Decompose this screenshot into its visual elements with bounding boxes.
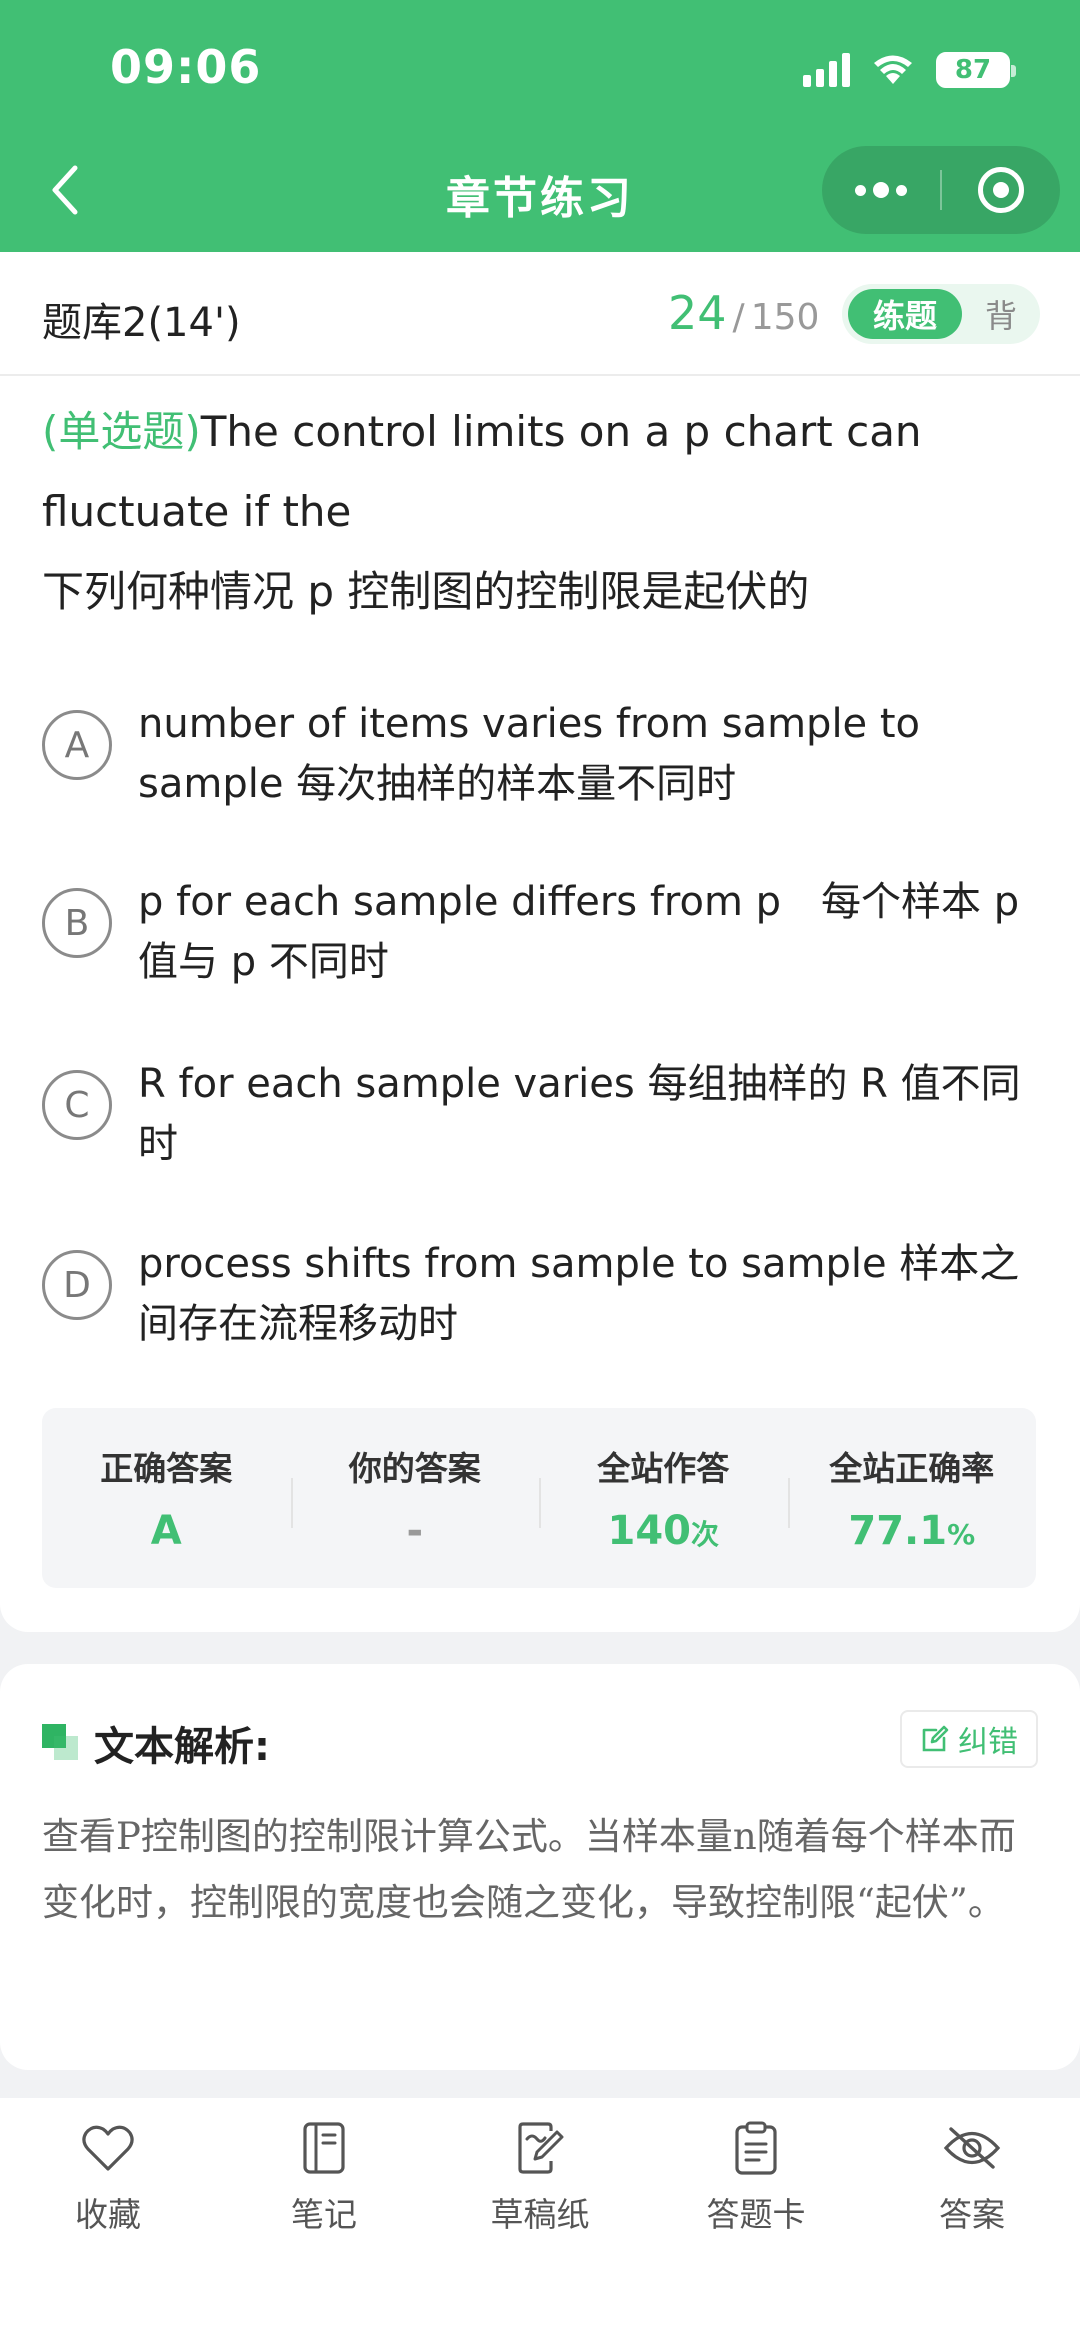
tab-answer[interactable]: 答案 bbox=[864, 2118, 1080, 2258]
stat-your-answer: 你的答案 - bbox=[290, 1408, 540, 1588]
stat-number: 77.1 bbox=[848, 1508, 948, 1554]
progress-separator: / bbox=[732, 297, 745, 338]
tab-draft-paper[interactable]: 草稿纸 bbox=[432, 2118, 648, 2258]
tab-answer-sheet[interactable]: 答题卡 bbox=[648, 2118, 864, 2258]
status-indicators: 87 bbox=[803, 50, 1016, 90]
stat-value: A bbox=[150, 1508, 182, 1554]
mode-toggle[interactable]: 练题 背 bbox=[842, 284, 1040, 344]
tab-notes[interactable]: 笔记 bbox=[216, 2118, 432, 2258]
mini-program-capsule bbox=[822, 146, 1060, 234]
more-dot bbox=[855, 184, 866, 196]
stat-correct-rate: 全站正确率 77.1% bbox=[787, 1408, 1037, 1588]
tab-label: 答题卡 bbox=[706, 2195, 806, 2234]
heart-icon bbox=[78, 2118, 138, 2178]
question-progress[interactable]: 24 / 150 bbox=[668, 286, 819, 340]
tab-favorite[interactable]: 收藏 bbox=[0, 2118, 216, 2258]
question-type-label: (单选题) bbox=[42, 407, 201, 456]
close-miniprogram-button[interactable] bbox=[942, 146, 1060, 234]
stat-unit: 次 bbox=[690, 1518, 719, 1551]
option-d-letter: D bbox=[42, 1250, 112, 1320]
option-a[interactable]: A number of items varies from sample to … bbox=[42, 694, 1038, 814]
progress-current: 24 bbox=[668, 286, 727, 340]
stat-unit: % bbox=[947, 1518, 976, 1551]
more-dot bbox=[896, 184, 907, 196]
battery-icon: 87 bbox=[936, 52, 1016, 88]
edit-icon bbox=[922, 1725, 949, 1752]
analysis-header: 文本解析: bbox=[42, 1714, 270, 1772]
stat-correct-answer: 正确答案 A bbox=[42, 1408, 291, 1588]
status-time: 09:06 bbox=[110, 40, 262, 94]
option-b-letter: B bbox=[42, 888, 112, 958]
stat-value: 140次 bbox=[607, 1508, 719, 1554]
wifi-icon bbox=[874, 55, 912, 84]
header: 09:06 87 章节练习 bbox=[0, 0, 1080, 252]
option-b-text: p for each sample differs from p 每个样本 p … bbox=[138, 879, 1020, 985]
stat-value: 77.1% bbox=[848, 1508, 975, 1554]
option-c-text: R for each sample varies 每组抽样的 R 值不同时 bbox=[138, 1061, 1021, 1167]
option-d[interactable]: D process shifts from sample to sample 样… bbox=[42, 1234, 1038, 1354]
stat-label: 你的答案 bbox=[348, 1449, 481, 1488]
signal-icon bbox=[803, 53, 850, 87]
analysis-card: 文本解析: 纠错 查看P控制图的控制限计算公式。当样本量n随着每个样本而变化时，… bbox=[0, 1664, 1080, 2070]
option-b[interactable]: B p for each sample differs from p 每个样本 … bbox=[42, 872, 1038, 992]
draft-paper-icon bbox=[510, 2118, 570, 2178]
tab-label: 笔记 bbox=[291, 2195, 357, 2234]
more-button[interactable] bbox=[822, 146, 940, 234]
tab-label: 答案 bbox=[939, 2195, 1005, 2234]
eye-off-icon bbox=[942, 2118, 1002, 2178]
option-c-letter: C bbox=[42, 1070, 112, 1140]
analysis-text: 查看P控制图的控制限计算公式。当样本量n随着每个样本而变化时，控制限的宽度也会随… bbox=[42, 1815, 1016, 1924]
more-dot bbox=[873, 182, 889, 198]
question-card: 题库2(14') 24 / 150 练题 背 (单选题)The control … bbox=[0, 252, 1080, 1632]
report-error-label: 纠错 bbox=[958, 1725, 1018, 1760]
mode-practice-tab[interactable]: 练题 bbox=[848, 289, 962, 339]
section-mark-icon bbox=[42, 1724, 80, 1762]
stat-label: 正确答案 bbox=[100, 1449, 233, 1488]
report-error-button[interactable]: 纠错 bbox=[900, 1710, 1038, 1768]
question-bank-title: 题库2(14') bbox=[42, 300, 241, 346]
question-subhead: 题库2(14') 24 / 150 练题 背 bbox=[0, 252, 1080, 376]
answer-sheet-icon bbox=[726, 2118, 786, 2178]
analysis-title: 文本解析: bbox=[94, 1724, 270, 1770]
mode-memorize-tab[interactable]: 背 bbox=[962, 291, 1040, 337]
target-icon bbox=[978, 167, 1024, 213]
option-a-text: number of items varies from sample to sa… bbox=[138, 701, 921, 807]
bottom-toolbar: 收藏 笔记 草稿纸 答题卡 答案 bbox=[0, 2098, 1080, 2337]
tab-label: 草稿纸 bbox=[490, 2195, 590, 2234]
question-text-zh: 下列何种情况 p 控制图的控制限是起伏的 bbox=[42, 567, 810, 616]
tab-label: 收藏 bbox=[75, 2195, 141, 2234]
stat-value: - bbox=[406, 1508, 424, 1554]
stat-total-answers: 全站作答 140次 bbox=[539, 1408, 788, 1588]
stat-number: 140 bbox=[607, 1508, 691, 1554]
stat-label: 全站作答 bbox=[597, 1449, 730, 1488]
question-stem: (单选题)The control limits on a p chart can… bbox=[42, 392, 1038, 632]
stat-label: 全站正确率 bbox=[829, 1449, 995, 1488]
option-d-text: process shifts from sample to sample 样本之… bbox=[138, 1241, 1020, 1347]
option-c[interactable]: C R for each sample varies 每组抽样的 R 值不同时 bbox=[42, 1054, 1038, 1174]
notebook-icon bbox=[294, 2118, 354, 2178]
answer-stats: 正确答案 A 你的答案 - 全站作答 140次 全站正确率 77.1% bbox=[42, 1408, 1036, 1588]
progress-total: 150 bbox=[750, 297, 820, 338]
option-a-letter: A bbox=[42, 710, 112, 780]
